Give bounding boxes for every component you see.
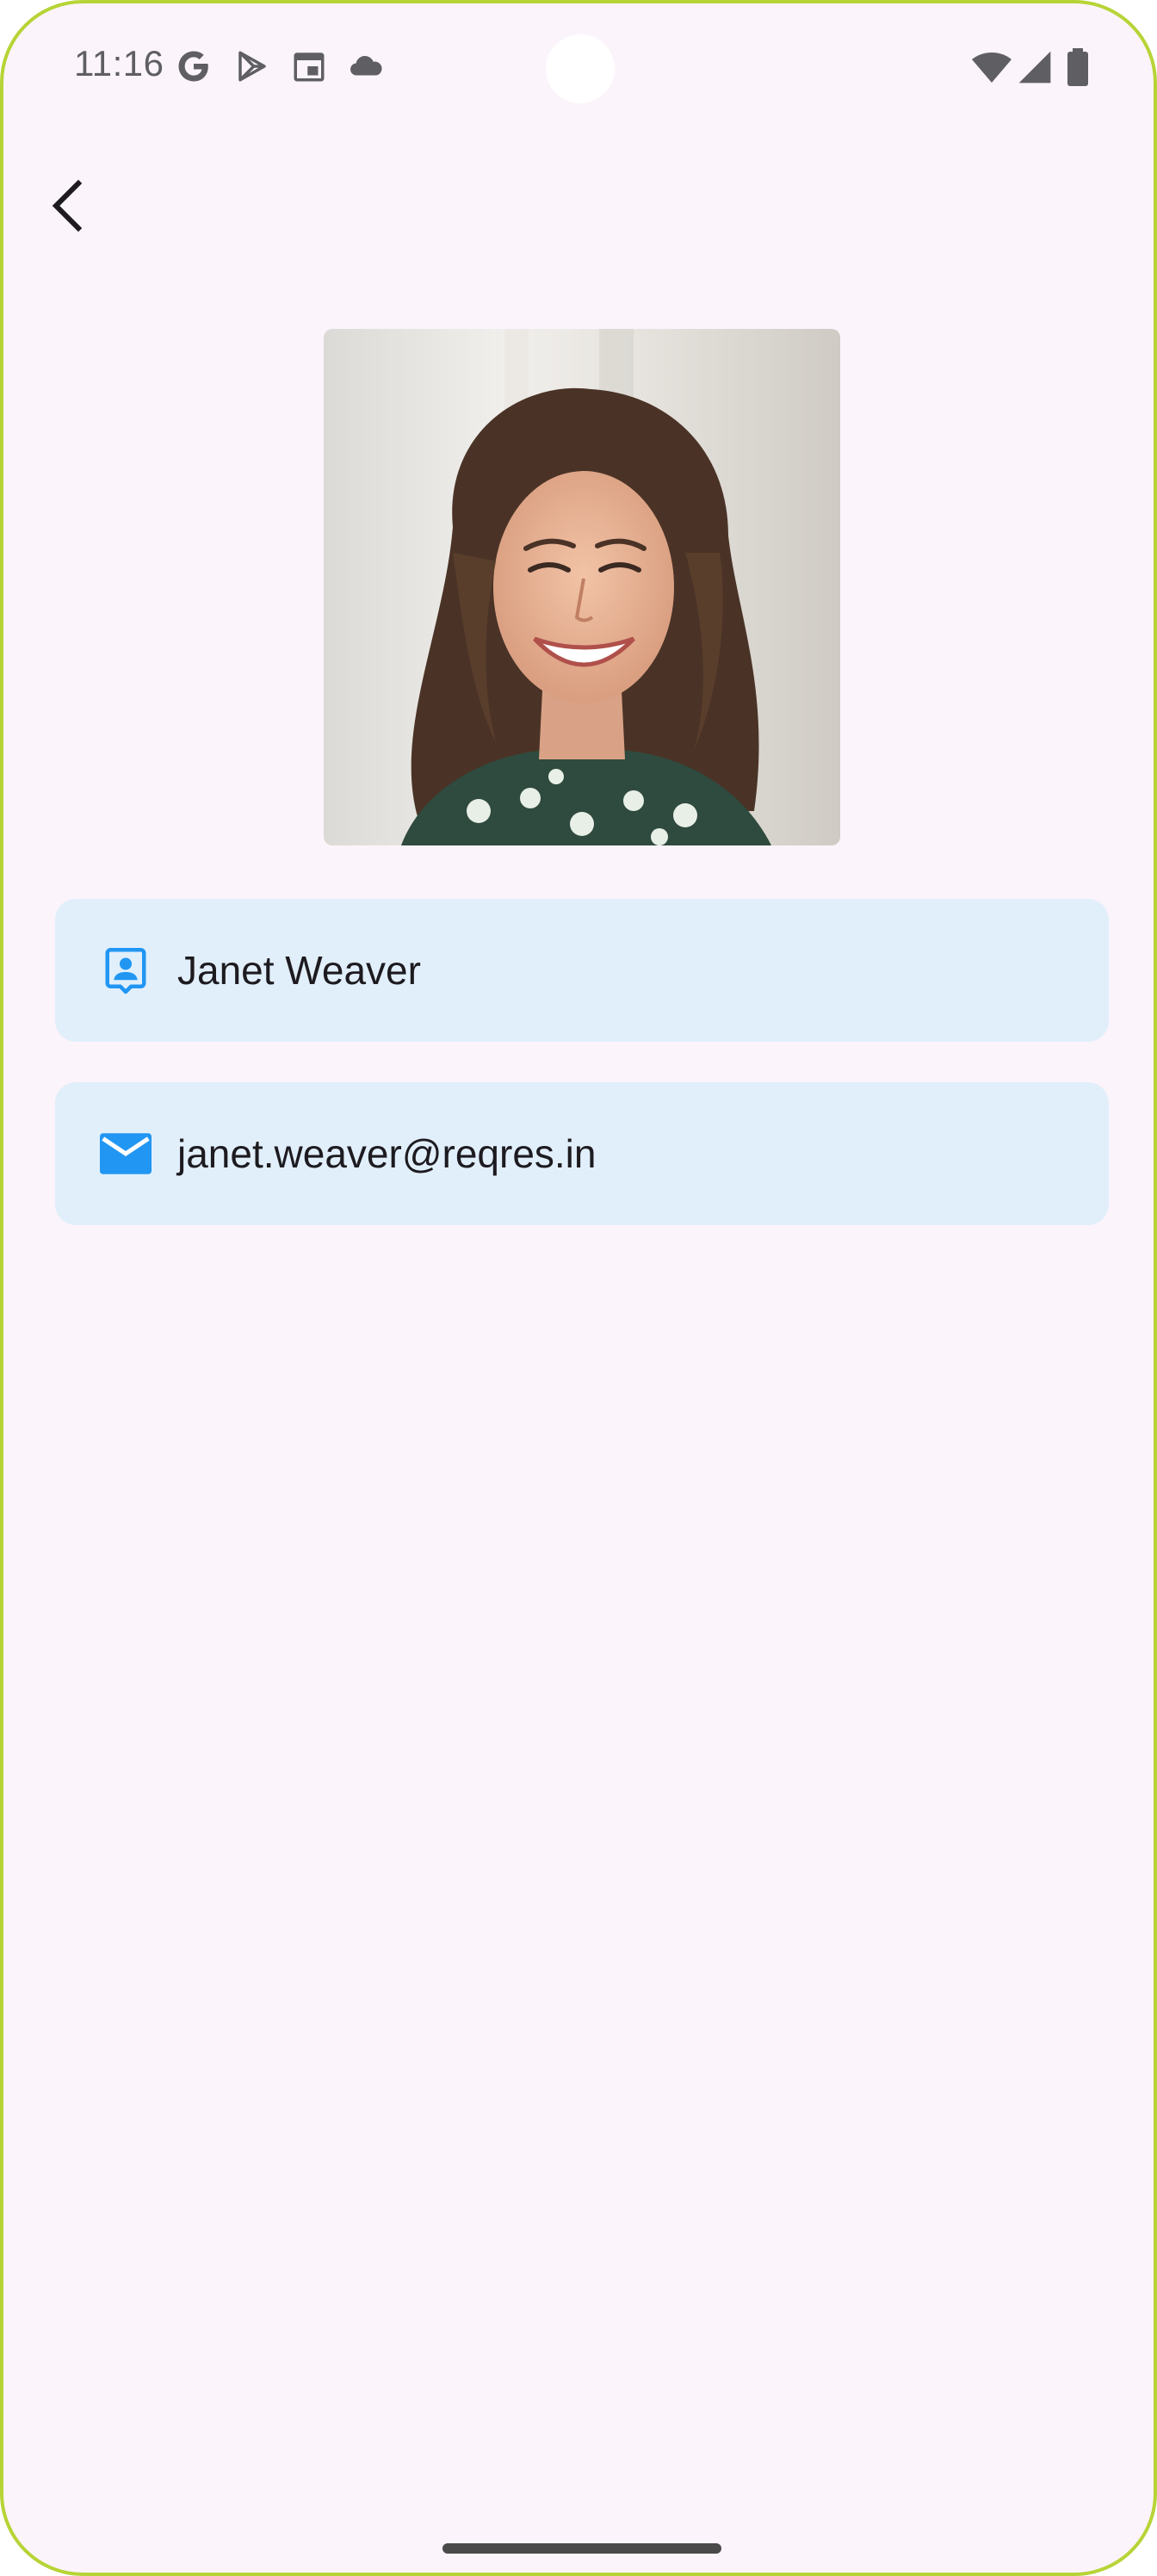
avatar <box>324 329 840 845</box>
cloud-icon <box>350 55 382 76</box>
email-icon <box>100 1128 152 1180</box>
battery-icon <box>1067 48 1088 86</box>
wifi-icon <box>972 53 1012 83</box>
email-card: janet.weaver@reqres.in <box>55 1082 1109 1225</box>
user-email: janet.weaver@reqres.in <box>177 1131 597 1176</box>
device-frame: 11:16 Janet Weaver janet.weaver@reqres.i… <box>0 0 1157 2576</box>
chevron-left-icon <box>52 179 83 232</box>
calendar-icon <box>294 53 325 82</box>
front-camera <box>546 34 615 103</box>
name-card: Janet Weaver <box>55 899 1109 1042</box>
google-g-icon <box>178 51 208 82</box>
status-time: 11:16 <box>74 43 164 84</box>
status-bar: 11:16 <box>3 3 1154 133</box>
user-photo-image <box>324 329 840 845</box>
play-store-icon <box>238 51 266 82</box>
cellular-signal-icon <box>1018 51 1051 84</box>
user-name: Janet Weaver <box>177 948 421 993</box>
back-button[interactable] <box>29 167 107 245</box>
contact-icon <box>100 944 152 996</box>
home-indicator[interactable] <box>442 2543 721 2554</box>
